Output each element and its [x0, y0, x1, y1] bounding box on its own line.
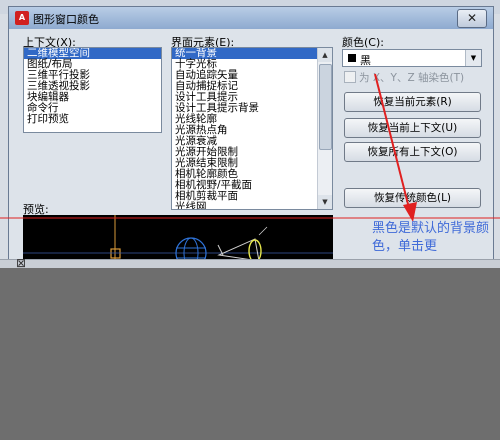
- red-arrow-head-icon: [403, 202, 417, 222]
- annotation-text: 黑色是默认的背景颜色，单击更: [372, 221, 490, 254]
- red-arrow-line: [374, 73, 411, 213]
- background-app-status-strip: [0, 259, 500, 268]
- blank-gray-area: [0, 268, 500, 440]
